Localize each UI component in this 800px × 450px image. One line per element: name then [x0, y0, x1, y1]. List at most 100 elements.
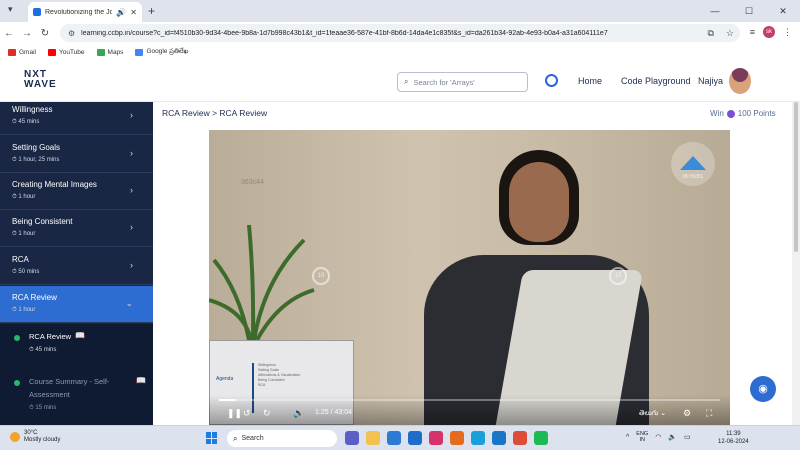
- wifi-icon[interactable]: ◠: [655, 433, 661, 441]
- chevron-right-icon: ›: [130, 185, 133, 195]
- instagram-icon[interactable]: [429, 431, 443, 445]
- points-display: Win 100 Points: [710, 109, 776, 118]
- nxtwave-logo[interactable]: NXT WAVE: [24, 70, 57, 90]
- outlook-icon[interactable]: [492, 431, 506, 445]
- taskbar-clock[interactable]: 11:39 12-06-2024: [718, 430, 749, 446]
- chevron-right-icon: ›: [130, 148, 133, 158]
- windows-start-icon[interactable]: [206, 432, 218, 444]
- reload-icon[interactable]: ↻: [36, 28, 54, 39]
- video-time: 1:25 / 43:04: [315, 409, 352, 416]
- chrome-icon[interactable]: [513, 431, 527, 445]
- book-icon: 📖: [136, 376, 146, 385]
- store-icon[interactable]: [387, 431, 401, 445]
- sidebar-item-rca-review[interactable]: RCA Review ⏱ 1 hour ⌄: [0, 286, 153, 323]
- volume-icon[interactable]: 🔈: [293, 408, 304, 419]
- user-name[interactable]: Najiya: [698, 76, 723, 86]
- new-tab-icon[interactable]: +: [148, 4, 155, 18]
- sidebar-item-setting-goals[interactable]: Setting Goals ⏱ 1 hour, 25 mins ›: [0, 136, 153, 173]
- user-avatar[interactable]: [729, 68, 751, 94]
- input-language[interactable]: ENG IN: [636, 431, 648, 443]
- sidebar-subitem-course-summary[interactable]: Course Summary - Self- Assessment 📖 ⏱ 15…: [0, 364, 153, 425]
- breadcrumb: RCA Review > RCA Review: [162, 108, 268, 118]
- duration: ⏱ 1 hour: [12, 194, 36, 200]
- duration: ⏱ 45 mins: [12, 119, 40, 125]
- edge-icon[interactable]: [471, 431, 485, 445]
- tab-audio-icon[interactable]: 🔊: [116, 8, 126, 17]
- streak-icon[interactable]: [545, 74, 558, 87]
- forward-10-icon[interactable]: ↻: [263, 408, 271, 419]
- firefox-icon[interactable]: [450, 431, 464, 445]
- gmail-icon: [8, 48, 16, 56]
- tab-list-icon[interactable]: ▾: [8, 4, 13, 15]
- nav-code-playground[interactable]: Code Playground: [621, 76, 691, 86]
- bookmark-star-icon[interactable]: ☆: [726, 28, 740, 39]
- skip-back-overlay-icon[interactable]: 10: [312, 267, 330, 285]
- tray-overflow-icon[interactable]: ^: [626, 434, 629, 441]
- chevron-right-icon: ›: [130, 110, 133, 120]
- sidebar-item-being-consistent[interactable]: Being Consistent ⏱ 1 hour ›: [0, 210, 153, 247]
- teams-icon[interactable]: [345, 431, 359, 445]
- back-icon[interactable]: ←: [0, 28, 18, 39]
- chevron-down-icon: ⌄: [125, 298, 133, 308]
- profile-avatar[interactable]: sk: [763, 26, 775, 38]
- forward-icon[interactable]: →: [18, 28, 36, 39]
- video-watermark: 363c44: [241, 179, 264, 186]
- search-input[interactable]: ⌕ Search for 'Arrays': [397, 72, 528, 92]
- course-sidebar: Willingness ⏱ 45 mins › Setting Goals ⏱ …: [0, 102, 153, 425]
- media-controls-icon[interactable]: ≡: [750, 27, 755, 37]
- search-icon: ⌕: [404, 77, 409, 86]
- bookmark-google-translate[interactable]: Google ప్రతిలేఖ: [135, 48, 188, 57]
- mail-icon[interactable]: [408, 431, 422, 445]
- browser-tabstrip: ▾ Revolutionizing the Job Ma 🔊 ✕ + — ☐ ✕: [0, 0, 800, 22]
- close-window-icon[interactable]: ✕: [766, 0, 800, 22]
- bookmarks-bar: Gmail YouTube Maps Google ప్రతిలేఖ: [0, 44, 800, 60]
- video-controls: ❚❚ ↺ ↻ 🔈 1:25 / 43:04 తెలుగు ⌄ ⚙ ⛶: [209, 395, 730, 425]
- coin-icon: [726, 109, 735, 118]
- pause-icon[interactable]: ❚❚: [227, 408, 242, 419]
- sidebar-item-willingness[interactable]: Willingness ⏱ 45 mins ›: [0, 102, 153, 135]
- fullscreen-icon[interactable]: ⛶: [706, 408, 712, 419]
- weather-icon: [10, 432, 20, 442]
- tab-close-icon[interactable]: ✕: [130, 8, 137, 17]
- maximize-icon[interactable]: ☐: [732, 0, 766, 22]
- search-placeholder: Search for 'Arrays': [413, 77, 475, 87]
- system-tray: ^ ENG IN ◠ 🔈 ▭: [626, 431, 691, 443]
- speaker-icon[interactable]: 🔈: [668, 433, 677, 441]
- page-scrollbar[interactable]: [792, 102, 800, 425]
- weather-widget[interactable]: 30°C Mostly cloudy: [10, 430, 60, 444]
- mountain-icon: [680, 156, 706, 170]
- sidebar-item-rca[interactable]: RCA ⏱ 50 mins ›: [0, 248, 153, 285]
- skip-forward-overlay-icon[interactable]: 10: [609, 267, 627, 285]
- url-text: learning.ccbp.in/course?c_id=f4510b30-9d…: [81, 29, 608, 37]
- rewind-10-icon[interactable]: ↺: [243, 408, 251, 419]
- video-progress-fill: [219, 399, 236, 401]
- settings-gear-icon[interactable]: ⚙: [683, 408, 691, 419]
- file-explorer-icon[interactable]: [366, 431, 380, 445]
- open-in-app-icon[interactable]: ⧉: [707, 28, 719, 39]
- book-icon: 📖: [75, 331, 85, 340]
- tab-favicon-icon: [33, 8, 41, 16]
- nav-home[interactable]: Home: [578, 76, 602, 86]
- minimize-icon[interactable]: —: [698, 0, 732, 22]
- scrollbar-thumb[interactable]: [794, 102, 798, 252]
- spotify-icon[interactable]: [534, 431, 548, 445]
- bookmark-gmail[interactable]: Gmail: [8, 48, 36, 56]
- chatbot-icon[interactable]: ◉: [750, 376, 776, 402]
- youtube-icon: [47, 48, 56, 56]
- video-progress-bar[interactable]: [219, 399, 720, 401]
- url-field[interactable]: ⚙ learning.ccbp.in/course?c_id=f4510b30-…: [60, 24, 740, 42]
- duration: ⏱ 50 mins: [12, 269, 40, 275]
- sidebar-item-creating-mental-images[interactable]: Creating Mental Images ⏱ 1 hour ›: [0, 173, 153, 210]
- browser-tab[interactable]: Revolutionizing the Job Ma 🔊 ✕: [28, 2, 142, 22]
- taskbar-search[interactable]: ⌕ Search: [227, 430, 337, 447]
- sidebar-subitem-rca-review[interactable]: RCA Review 📖 ⏱ 45 mins: [0, 324, 153, 364]
- bookmark-youtube[interactable]: YouTube: [47, 48, 85, 56]
- battery-icon[interactable]: ▭: [684, 433, 691, 441]
- language-select[interactable]: తెలుగు ⌄: [639, 409, 666, 419]
- video-player[interactable]: Agenda Willingness Setting Goals Affirma…: [209, 130, 730, 425]
- browser-menu-icon[interactable]: ⋮: [783, 27, 792, 38]
- window-controls: — ☐ ✕: [698, 0, 800, 22]
- bookmark-maps[interactable]: Maps: [96, 48, 123, 56]
- site-info-icon[interactable]: ⚙: [68, 29, 75, 38]
- duration: ⏱ 15 mins: [29, 405, 57, 411]
